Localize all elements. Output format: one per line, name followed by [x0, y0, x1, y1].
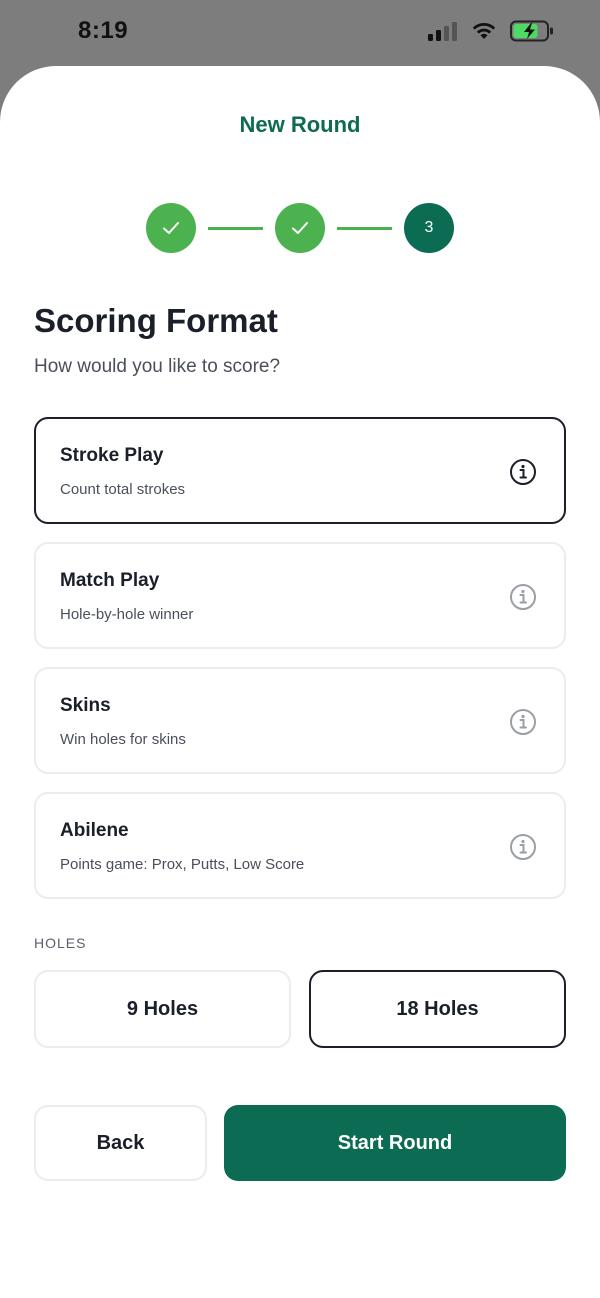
format-option-skins[interactable]: Skins Win holes for skins	[34, 667, 566, 774]
checkmark-icon	[292, 222, 308, 234]
step-3-current: 3	[404, 203, 454, 253]
status-icons	[428, 20, 554, 42]
format-description: Count total strokes	[60, 481, 186, 498]
format-title: Stroke Play	[60, 445, 164, 466]
step-2-complete	[275, 203, 325, 253]
wifi-icon	[472, 22, 496, 39]
format-description: Win holes for skins	[60, 731, 186, 748]
status-bar: 8:19	[0, 0, 600, 66]
format-option-match-play[interactable]: Match Play Hole-by-hole winner	[34, 542, 566, 649]
info-icon[interactable]	[509, 583, 537, 611]
holes-option-9[interactable]: 9 Holes	[34, 970, 291, 1048]
sheet-title: New Round	[239, 112, 361, 137]
back-button[interactable]: Back	[34, 1105, 207, 1181]
cellular-signal-icon	[428, 22, 457, 41]
format-description: Hole-by-hole winner	[60, 606, 194, 623]
format-option-abilene[interactable]: Abilene Points game: Prox, Putts, Low Sc…	[34, 792, 566, 899]
holes-section-label: HOLES	[34, 935, 87, 951]
format-title: Match Play	[60, 570, 160, 591]
section-title: Scoring Format	[34, 302, 278, 339]
info-icon[interactable]	[509, 833, 537, 861]
step-1-complete	[146, 203, 196, 253]
new-round-sheet: New Round 3 Scoring Format How would you…	[0, 66, 600, 1298]
start-round-button[interactable]: Start Round	[224, 1105, 566, 1181]
progress-stepper: 3	[146, 203, 454, 255]
battery-charging-icon	[510, 20, 553, 42]
section-subtitle: How would you like to score?	[34, 356, 281, 377]
step-connector	[337, 227, 392, 230]
holes-option-18[interactable]: 18 Holes	[309, 970, 566, 1048]
info-icon[interactable]	[509, 708, 537, 736]
format-title: Abilene	[60, 820, 129, 841]
info-icon[interactable]	[509, 458, 537, 486]
format-option-stroke-play[interactable]: Stroke Play Count total strokes	[34, 417, 566, 524]
checkmark-icon	[163, 222, 179, 234]
step-connector	[208, 227, 263, 230]
status-time: 8:19	[78, 17, 129, 44]
format-description: Points game: Prox, Putts, Low Score	[60, 856, 305, 873]
format-title: Skins	[60, 695, 111, 716]
